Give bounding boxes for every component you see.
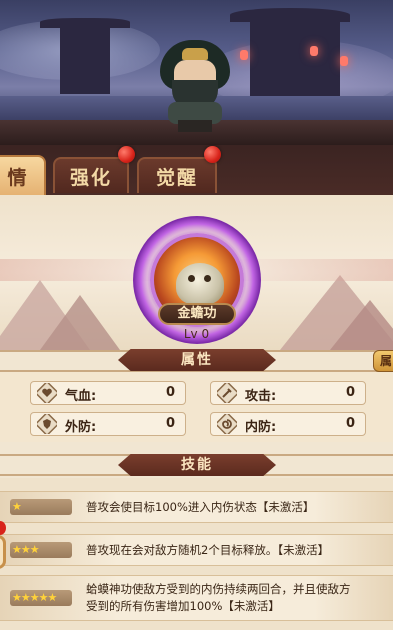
attributes-header: 属性 xyxy=(118,349,276,371)
side-attribute-tab[interactable]: 属 xyxy=(373,350,393,372)
mountain xyxy=(330,300,393,350)
skill-description-line: 受到的所有伤害增加100%【未激活】 xyxy=(86,599,280,613)
attr-inner-defense-label: 内防: xyxy=(245,420,277,435)
toad-eye xyxy=(188,275,195,282)
tab-details-label: 情 xyxy=(7,166,29,189)
pavilion xyxy=(230,8,350,22)
skill-name-plate: 金蟾功 xyxy=(158,303,236,325)
mountain xyxy=(40,295,120,350)
star-rating: ★★★ xyxy=(10,542,72,558)
swirl-icon xyxy=(217,414,237,434)
hero-scene xyxy=(0,0,393,145)
toad-eye xyxy=(204,275,211,282)
heart-icon xyxy=(37,383,57,403)
attr-attack-value: 0 xyxy=(345,385,355,400)
skill-description: 普攻现在会对敌方随机2个目标释放。【未激活】 xyxy=(86,543,330,557)
skill-description: 普攻会使目标100%进入内伤状态【未激活】 xyxy=(86,500,315,514)
attr-inner-defense: 内防: 0 xyxy=(210,412,366,436)
enhance-notification-dot xyxy=(118,146,135,163)
lantern xyxy=(340,56,348,66)
skill-row[interactable]: ★★★ 普攻现在会对敌方随机2个目标释放。【未激活】 xyxy=(0,534,393,566)
attr-hp: 气血: 0 xyxy=(30,381,186,405)
attr-outer-defense-label: 外防: xyxy=(65,420,97,435)
tab-enhance[interactable]: 强化 xyxy=(53,157,129,193)
skill-level: Lv 0 xyxy=(183,327,210,341)
lantern xyxy=(310,46,318,56)
attr-outer-defense-value: 0 xyxy=(165,416,175,431)
hero-legs xyxy=(178,120,212,132)
attr-outer-defense: 外防: 0 xyxy=(30,412,186,436)
star-rating: ★★★★★ xyxy=(10,590,72,606)
attributes-area: 气血: 0 攻击: 0 外防: 0 内防: 0 xyxy=(0,372,393,442)
tab-enhance-label: 强化 xyxy=(69,166,112,189)
pavilion xyxy=(60,28,110,94)
tab-bar: 情 强化 觉醒 xyxy=(0,145,393,195)
shield-icon xyxy=(37,414,57,434)
skills-header: 技能 xyxy=(118,454,276,476)
attr-attack-label: 攻击: xyxy=(245,389,277,404)
attr-inner-defense-value: 0 xyxy=(345,416,355,431)
golden-toad-icon xyxy=(176,263,224,305)
tab-awaken[interactable]: 觉醒 xyxy=(137,157,217,193)
attr-attack: 攻击: 0 xyxy=(210,381,366,405)
pavilion xyxy=(250,22,340,96)
attr-hp-value: 0 xyxy=(165,385,175,400)
tab-awaken-label: 觉醒 xyxy=(155,166,198,189)
attr-hp-label: 气血: xyxy=(65,389,97,404)
hero-character[interactable] xyxy=(158,40,232,132)
skill-row[interactable]: ★ 普攻会使目标100%进入内伤状态【未激活】 xyxy=(0,491,393,523)
sword-icon xyxy=(217,383,237,403)
star-rating: ★ xyxy=(10,499,72,515)
skill-row[interactable]: ★★★★★ 蛤蟆神功使敌方受到的内伤持续两回合，并且使敌方 受到的所有伤害增加1… xyxy=(0,575,393,621)
awaken-notification-dot xyxy=(204,146,221,163)
pavilion xyxy=(40,18,130,28)
skills-area: ★ 普攻会使目标100%进入内伤状态【未激活】 ★★★ 普攻现在会对敌方随机2个… xyxy=(0,478,393,630)
tab-details[interactable]: 情 xyxy=(0,155,46,195)
hero-helmet xyxy=(182,48,208,60)
skill-description-line: 蛤蟆神功使敌方受到的内伤持续两回合，并且使敌方 xyxy=(86,582,351,596)
side-handle[interactable] xyxy=(0,535,6,569)
lantern xyxy=(240,50,248,60)
